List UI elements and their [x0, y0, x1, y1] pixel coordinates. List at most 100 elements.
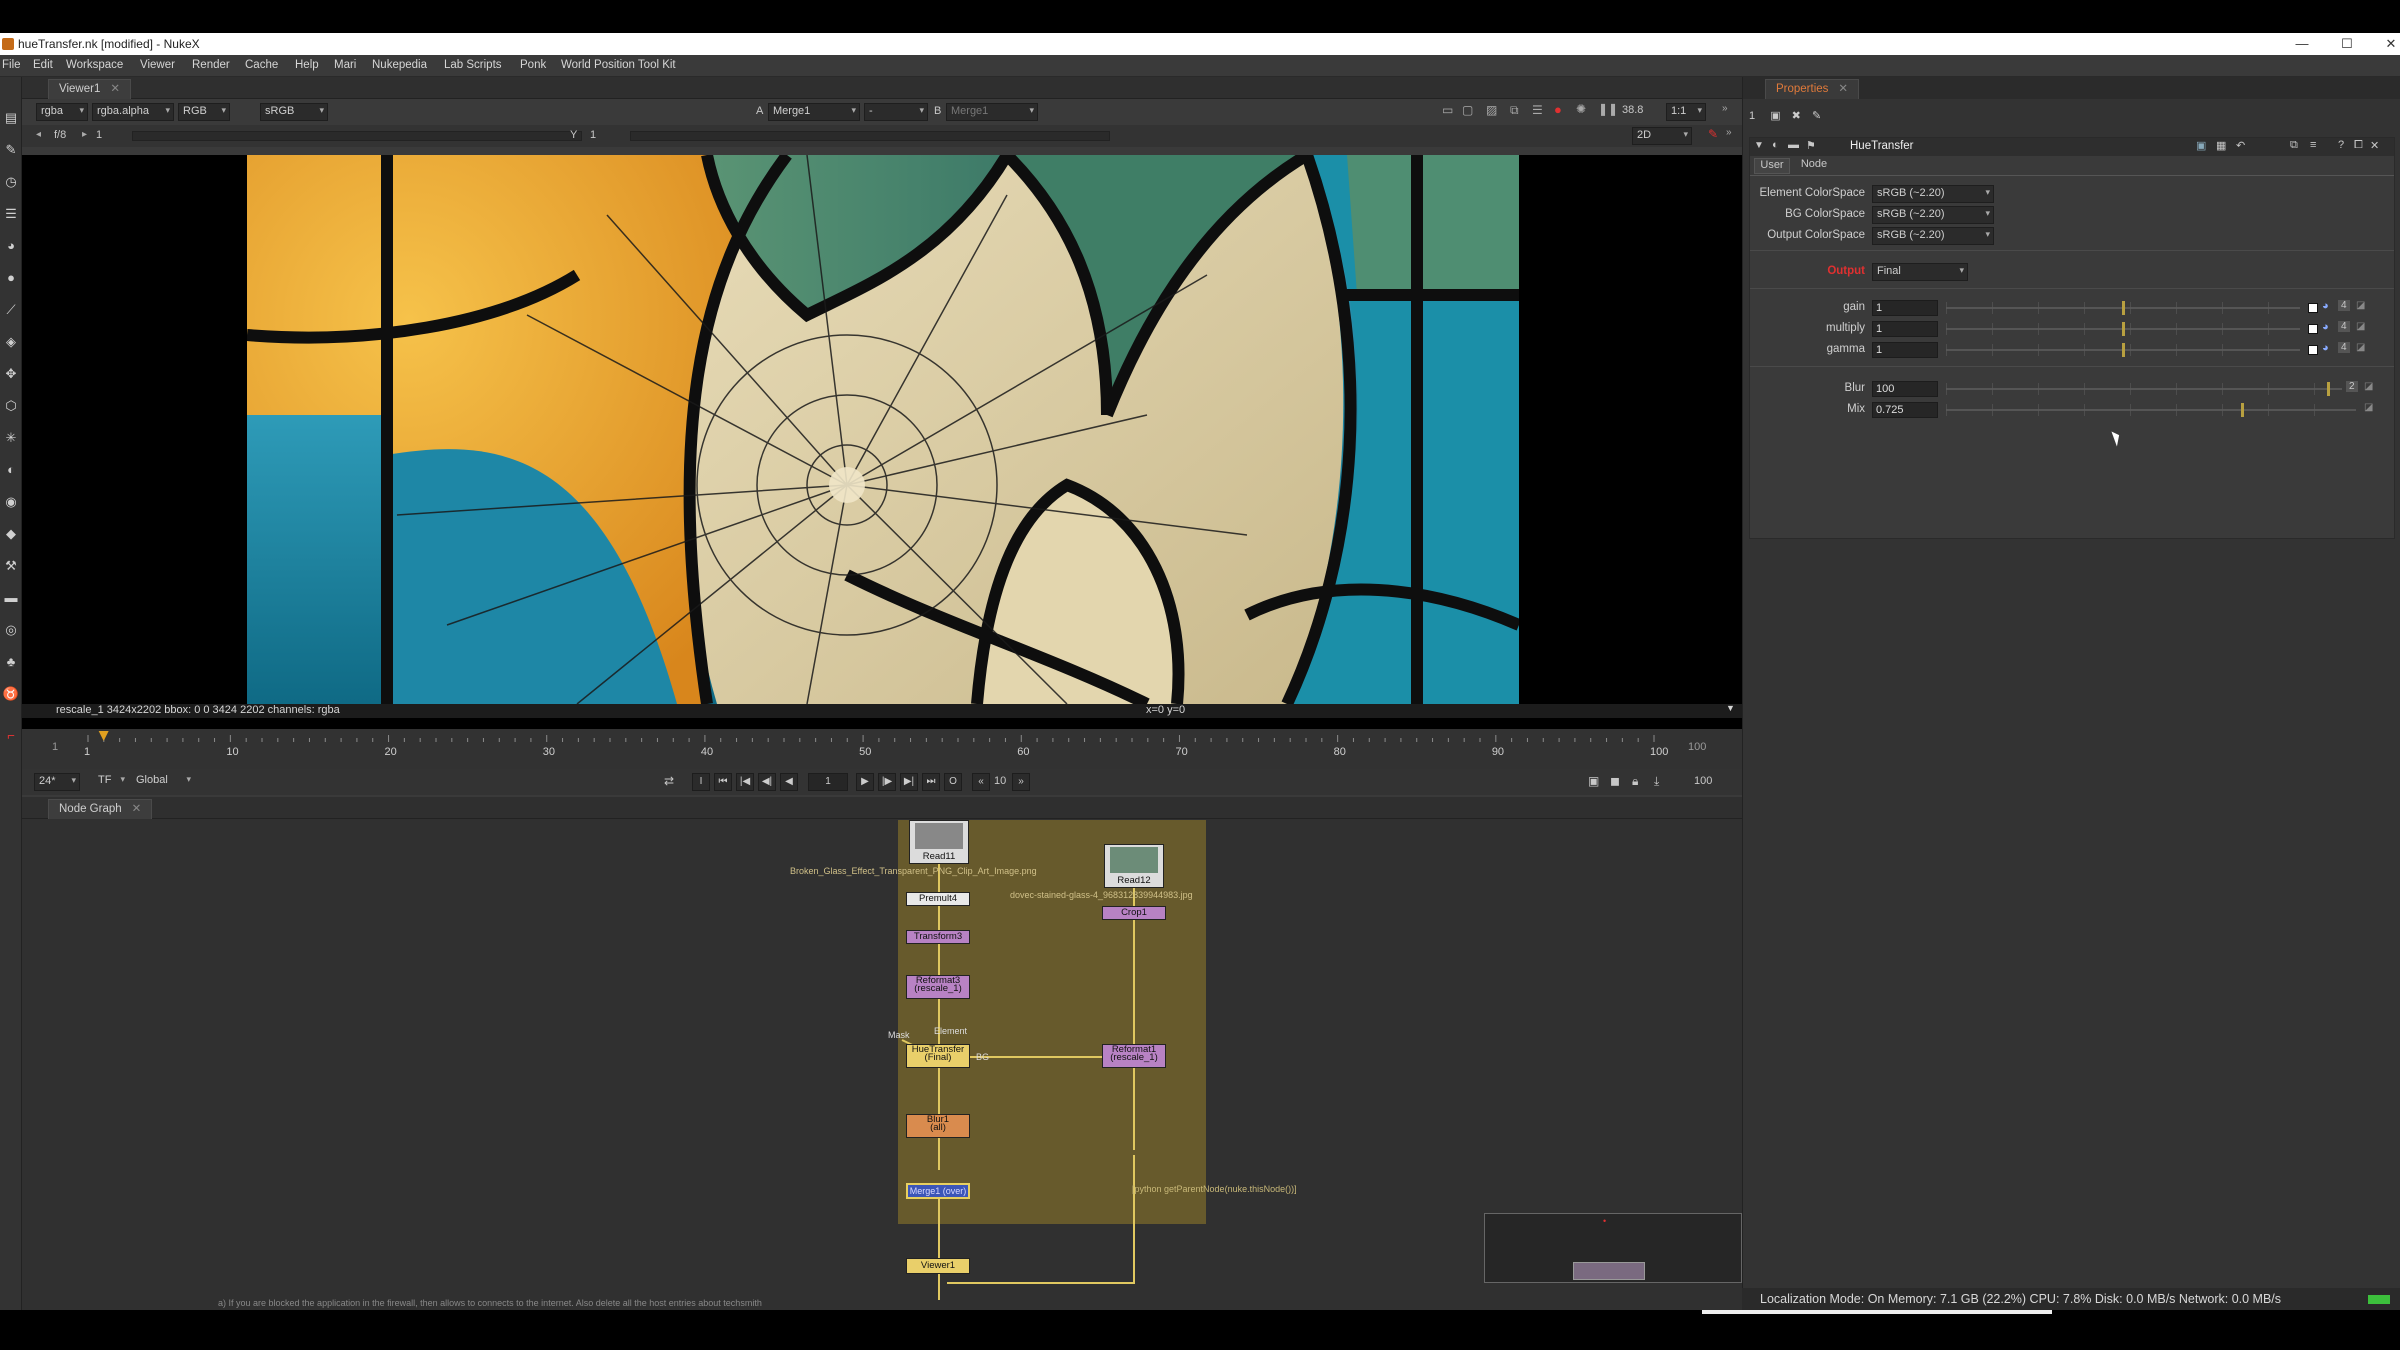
roi-icon[interactable]: ▭: [1442, 103, 1453, 117]
output-dropdown[interactable]: Final ▾: [1872, 263, 1968, 281]
gamma-color-wheel-icon[interactable]: ◕: [2322, 342, 2329, 354]
gain-slider[interactable]: [1946, 300, 2300, 316]
maximize-button[interactable]: ☐: [2332, 35, 2362, 53]
deep-tools-icon[interactable]: ◐: [2, 461, 20, 479]
output-colorspace-dropdown[interactable]: sRGB (~2.20) ▾: [1872, 227, 1994, 245]
tab-node[interactable]: Node: [1794, 158, 1834, 174]
tf-dropdown[interactable]: TF ▾: [94, 773, 128, 791]
timeline-ruler[interactable]: 1 10 20 30 40 50 60 70 80 90 100: [22, 729, 1742, 769]
copy-icon[interactable]: ⧉: [2290, 139, 2298, 152]
info-expand-icon[interactable]: ▼: [1726, 703, 1735, 713]
gamma-field[interactable]: 1: [1872, 342, 1938, 358]
gamma-field[interactable]: 1: [590, 129, 596, 141]
revert-icon[interactable]: ↶: [2236, 139, 2245, 152]
play-forward-icon[interactable]: ▶: [856, 773, 874, 791]
close-tab-icon[interactable]: ✕: [110, 83, 120, 95]
transform-tools-icon[interactable]: ✥: [2, 365, 20, 383]
exposure-value[interactable]: 38.8: [1622, 104, 1643, 116]
blur-field[interactable]: 100: [1872, 381, 1938, 397]
multiply-slider[interactable]: [1946, 321, 2300, 337]
gain-channels-button[interactable]: 4: [2338, 300, 2350, 311]
toolsets-icon[interactable]: ⚒: [2, 557, 20, 575]
max-panels-field[interactable]: 1: [1749, 110, 1755, 122]
skip-back-icon[interactable]: «: [972, 773, 990, 791]
zoom-dropdown[interactable]: 1:1 ▾: [1666, 103, 1706, 121]
group-icon[interactable]: ▦: [2216, 139, 2226, 152]
color-tools-icon[interactable]: ◕: [2, 237, 20, 255]
multiply-color-wheel-icon[interactable]: ◕: [2322, 321, 2329, 333]
multiply-field[interactable]: 1: [1872, 321, 1938, 337]
last-frame-icon[interactable]: ⏭: [922, 773, 940, 791]
menu-ponk[interactable]: Ponk: [520, 59, 546, 71]
close-properties-icon[interactable]: ✕: [2370, 139, 2379, 152]
particles-tools-icon[interactable]: ✳: [2, 429, 20, 447]
gamma-animation-icon[interactable]: ◪: [2356, 342, 2365, 353]
playback-mode-icon[interactable]: ⇄: [664, 774, 674, 788]
gain-slider-handle[interactable]: [2122, 301, 2125, 315]
multiply-channels-button[interactable]: 4: [2338, 321, 2350, 332]
views-tools-icon[interactable]: ◉: [2, 493, 20, 511]
mask-overlay-icon[interactable]: ▢: [1462, 103, 1473, 117]
huetransfer-node[interactable]: HueTransfer (Final): [906, 1044, 970, 1068]
furnace-tools-icon[interactable]: ◎: [2, 621, 20, 639]
step-back-icon[interactable]: ◀|: [758, 773, 776, 791]
float-icon[interactable]: ⧠: [2354, 139, 2363, 152]
play-backward-icon[interactable]: ◀: [780, 773, 798, 791]
collapse-icon[interactable]: ▼: [1754, 140, 1764, 151]
menu-render[interactable]: Render: [192, 59, 230, 71]
in-point-icon[interactable]: I: [692, 773, 710, 791]
menu-edit[interactable]: Edit: [33, 59, 53, 71]
first-frame-icon[interactable]: ⏮: [714, 773, 732, 791]
record-icon[interactable]: ●: [1554, 102, 1562, 117]
next-frame-icon[interactable]: ▸: [82, 129, 87, 140]
node-tile-icon[interactable]: ▬: [1788, 139, 1799, 151]
pause-icon[interactable]: ❚❚: [1598, 102, 1618, 116]
gain-swatch-white[interactable]: [2308, 303, 2318, 313]
gain-animation-icon[interactable]: ◪: [2356, 300, 2365, 311]
mix-slider[interactable]: [1946, 402, 2356, 418]
timeline[interactable]: 1 10 20 30 40 50 60 70 80 90 100 1 100: [22, 729, 1742, 769]
script-icon[interactable]: ≡: [2310, 139, 2316, 151]
close-tab-icon[interactable]: ✕: [132, 803, 142, 815]
merge-node[interactable]: Merge1 (over): [906, 1183, 970, 1199]
crop-node[interactable]: Crop1: [1102, 906, 1166, 920]
skip-forward-icon[interactable]: »: [1012, 773, 1030, 791]
prev-keyframe-icon[interactable]: |◀: [736, 773, 754, 791]
node-graph-minimap[interactable]: •: [1484, 1213, 1742, 1283]
image-tools-icon[interactable]: ▤: [2, 109, 20, 127]
tab-user[interactable]: User: [1754, 158, 1790, 174]
expand-subtoolbar-icon[interactable]: »: [1726, 127, 1732, 138]
end-frame-value[interactable]: 100: [1694, 775, 1712, 787]
transform-node[interactable]: Transform3: [906, 930, 970, 944]
bg-colorspace-dropdown[interactable]: sRGB (~2.20) ▾: [1872, 206, 1994, 224]
gain-field[interactable]: 1: [1872, 300, 1938, 316]
gamma-channels-button[interactable]: 4: [2338, 342, 2350, 353]
draw-tools-icon[interactable]: ✎: [2, 141, 20, 159]
viewer-node[interactable]: Viewer1: [906, 1258, 970, 1274]
menu-help[interactable]: Help: [295, 59, 319, 71]
proxy-icon[interactable]: ⧉: [1510, 103, 1519, 118]
blur-channels-button[interactable]: 2: [2346, 381, 2358, 392]
b-input-dropdown[interactable]: Merge1 ▾: [946, 103, 1038, 121]
blur-node[interactable]: Blur1 (all): [906, 1114, 970, 1138]
mix-field[interactable]: 0.725: [1872, 402, 1938, 418]
node-name-field[interactable]: HueTransfer: [1850, 140, 1914, 152]
keyer-tools-icon[interactable]: ⟋: [2, 301, 20, 319]
blur-animation-icon[interactable]: ◪: [2364, 381, 2373, 392]
viewer-viewport[interactable]: [22, 155, 1742, 781]
node-color-icon[interactable]: ◐: [1772, 139, 1779, 151]
reformat3-node[interactable]: Reformat3 (rescale_1): [906, 975, 970, 999]
timeline-start[interactable]: 1: [52, 741, 58, 753]
mix-slider-handle[interactable]: [2241, 403, 2244, 417]
next-keyframe-icon[interactable]: ▶|: [900, 773, 918, 791]
filter-tools-icon[interactable]: ●: [2, 269, 20, 287]
lut-dropdown[interactable]: sRGB ▾: [260, 103, 328, 121]
export-icon[interactable]: ⤓: [1654, 774, 1659, 789]
timeline-cursor[interactable]: [98, 731, 109, 741]
step-forward-icon[interactable]: |▶: [878, 773, 896, 791]
blur-slider[interactable]: [1946, 381, 2342, 397]
fstop-value[interactable]: f/8: [54, 129, 66, 141]
read12-node[interactable]: Read12: [1104, 844, 1164, 888]
menu-world-position-tool-kit[interactable]: World Position Tool Kit: [561, 59, 676, 71]
multiply-swatch-white[interactable]: [2308, 324, 2318, 334]
